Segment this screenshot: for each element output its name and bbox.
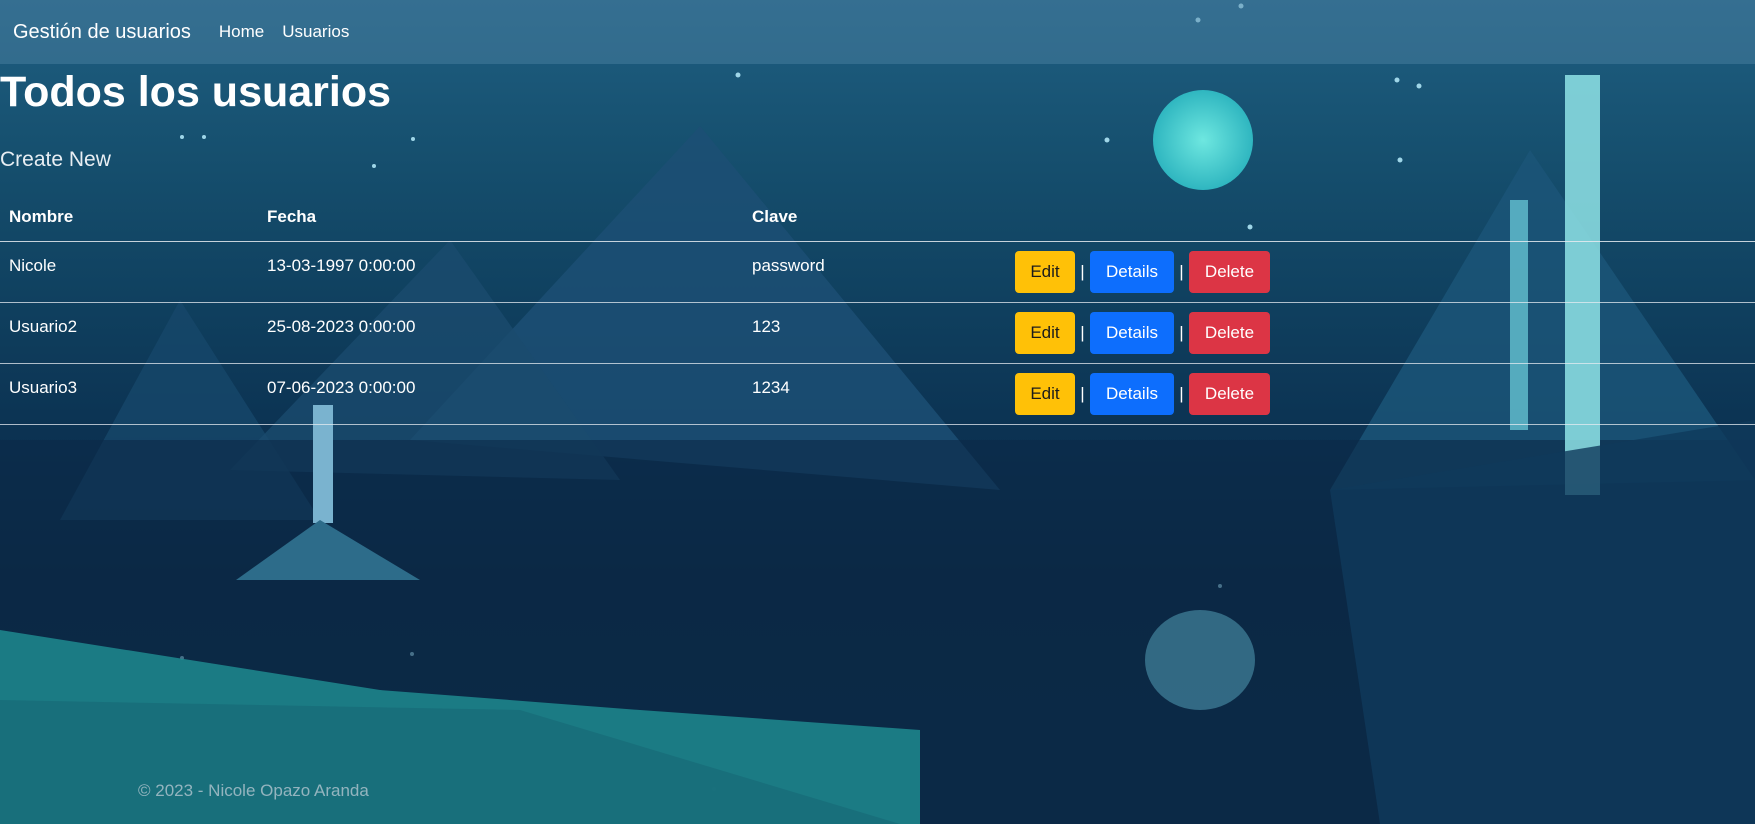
delete-button[interactable]: Delete: [1189, 251, 1270, 293]
details-button[interactable]: Details: [1090, 373, 1174, 415]
edit-button[interactable]: Edit: [1015, 373, 1075, 415]
users-table: Nombre Fecha Clave Nicole 13-03-1997 0:0…: [0, 193, 1755, 425]
cell-actions: Edit | Details | Delete: [1006, 363, 1755, 425]
create-new-link[interactable]: Create New: [0, 148, 111, 172]
edit-button[interactable]: Edit: [1015, 312, 1075, 354]
cell-clave: 1234: [743, 363, 1006, 425]
cell-nombre: Nicole: [0, 241, 258, 303]
navbar-brand[interactable]: Gestión de usuarios: [13, 21, 191, 44]
edit-button[interactable]: Edit: [1015, 251, 1075, 293]
details-button[interactable]: Details: [1090, 251, 1174, 293]
details-button[interactable]: Details: [1090, 312, 1174, 354]
action-separator: |: [1080, 262, 1085, 281]
action-separator: |: [1080, 384, 1085, 403]
nav-link-home[interactable]: Home: [219, 22, 264, 42]
cell-clave: password: [743, 241, 1006, 303]
top-navbar: Gestión de usuarios Home Usuarios: [0, 0, 1755, 64]
header-nombre: Nombre: [0, 193, 258, 242]
moon: [1153, 90, 1253, 190]
cell-nombre: Usuario3: [0, 363, 258, 425]
cell-fecha: 13-03-1997 0:00:00: [258, 241, 743, 303]
delete-button[interactable]: Delete: [1189, 373, 1270, 415]
cell-nombre: Usuario2: [0, 302, 258, 364]
cell-actions: Edit | Details | Delete: [1006, 241, 1755, 303]
nav-link-usuarios[interactable]: Usuarios: [282, 22, 349, 42]
cell-actions: Edit | Details | Delete: [1006, 302, 1755, 364]
header-actions: [1006, 193, 1755, 242]
delete-button[interactable]: Delete: [1189, 312, 1270, 354]
header-clave: Clave: [743, 193, 1006, 242]
action-separator: |: [1080, 323, 1085, 342]
action-separator: |: [1179, 323, 1184, 342]
cell-fecha: 25-08-2023 0:00:00: [258, 302, 743, 364]
action-separator: |: [1179, 262, 1184, 281]
page-title: Todos los usuarios: [0, 68, 392, 116]
action-separator: |: [1179, 384, 1184, 403]
cell-clave: 123: [743, 302, 1006, 364]
table-row: Usuario3 07-06-2023 0:00:00 1234 Edit | De…: [0, 363, 1755, 425]
table-row: Usuario2 25-08-2023 0:00:00 123 Edit | Det…: [0, 302, 1755, 364]
table-row: Nicole 13-03-1997 0:00:00 password Edit |…: [0, 241, 1755, 303]
header-fecha: Fecha: [258, 193, 743, 242]
cell-fecha: 07-06-2023 0:00:00: [258, 363, 743, 425]
table-header-row: Nombre Fecha Clave: [0, 193, 1755, 242]
footer-copyright: © 2023 - Nicole Opazo Aranda: [138, 781, 369, 800]
